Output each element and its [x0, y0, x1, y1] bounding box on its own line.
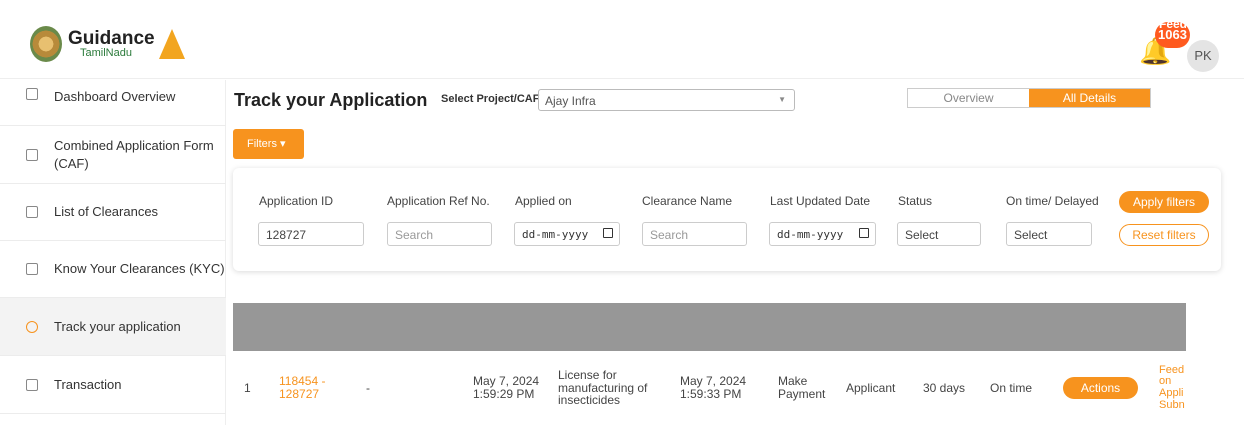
filters-button-label: Filters — [247, 138, 277, 150]
filter-label-ontime: On time/ Delayed — [1006, 194, 1099, 208]
application-id-input[interactable]: 128727 — [258, 222, 364, 246]
sidebar-item-label: Combined Application Form (CAF) — [54, 137, 214, 171]
tab-all-details[interactable]: All Details — [1029, 89, 1150, 107]
column-header: Application Ref No (from dept.) — [366, 10, 455, 37]
sidebar-item-caf[interactable]: Combined Application Form (CAF) — [0, 126, 226, 184]
logo-subtitle: TamilNadu — [80, 47, 132, 59]
project-select[interactable]: Ajay Infra ▼ — [538, 89, 795, 111]
cell-ref-no: - — [366, 380, 370, 395]
column-header: Clearance Name — [558, 16, 652, 31]
cell-clearance-name: License for manufacturing of insecticide… — [558, 368, 648, 408]
transaction-icon — [26, 378, 38, 391]
sidebar-item-label: Know Your Clearances (KYC) — [54, 261, 225, 277]
apply-filters-button[interactable]: Apply filters — [1119, 191, 1209, 213]
dashboard-icon — [26, 88, 38, 100]
calendar-icon[interactable] — [859, 228, 869, 238]
sidebar-item-label: Track your application — [54, 318, 181, 334]
page-title: Track your Application — [234, 90, 428, 110]
ontime-select[interactable]: Select — [1006, 222, 1092, 246]
column-header: Lying with Officer — [846, 10, 905, 37]
cell-sr-no: 1 — [244, 380, 251, 395]
logo-text: Guidance TamilNadu — [68, 29, 155, 59]
chevron-down-icon: ▼ — [778, 95, 786, 104]
user-avatar[interactable]: PK — [1187, 40, 1219, 72]
filter-panel — [233, 168, 1221, 271]
sidebar-item-dashboard[interactable]: Dashboard Overview — [0, 80, 226, 126]
applied-on-date-input[interactable]: dd-mm-yyyy — [514, 222, 620, 246]
project-select-label: Select Project/CAF — [441, 93, 540, 105]
reset-filters-button[interactable]: Reset filters — [1119, 224, 1209, 246]
column-header: Pending Days — [923, 10, 971, 37]
filter-label-last-updated: Last Updated Date — [770, 194, 871, 208]
column-header: Applied on — [473, 16, 535, 31]
last-updated-date-value: dd-mm-yyyy — [777, 228, 844, 241]
sidebar-item-label: List of Clearances — [54, 204, 159, 220]
column-header: On time/ Delayed — [990, 10, 1039, 37]
cell-ontime: On time — [990, 380, 1033, 395]
filter-label-status: Status — [898, 194, 933, 208]
project-select-value: Ajay Infra — [545, 94, 596, 108]
actions-button[interactable]: Actions — [1063, 377, 1138, 399]
table-header — [233, 303, 1186, 351]
book-icon — [26, 263, 38, 275]
cell-applied-on: May 7, 2024 1:59:29 PM — [473, 374, 540, 401]
logo-flag-icon — [158, 29, 185, 59]
filter-label-applied-on: Applied on — [515, 194, 572, 208]
sidebar: Dashboard Overview Combined Application … — [0, 80, 226, 425]
cell-pending-days: 30 days — [923, 380, 966, 395]
clearance-name-search-input[interactable]: Search — [642, 222, 747, 246]
cell-application-id-link[interactable]: 118454 - 128727 — [279, 351, 339, 425]
calendar-icon[interactable] — [603, 228, 613, 238]
sidebar-item-transaction[interactable]: Transaction — [0, 356, 226, 414]
location-pin-icon — [26, 320, 38, 333]
filters-button[interactable]: Filters ▾ — [233, 129, 304, 159]
sidebar-item-clearances[interactable]: List of Clearances — [0, 184, 226, 241]
list-icon — [26, 206, 38, 218]
applied-on-date-value: dd-mm-yyyy — [522, 228, 589, 241]
column-header: Action — [1063, 16, 1101, 31]
tab-overview[interactable]: Overview — [908, 89, 1029, 107]
cell-last-updated: May 7, 2024 1:59:33 PM — [680, 374, 747, 401]
document-icon — [26, 148, 38, 161]
sidebar-item-label: Transaction — [54, 376, 122, 392]
last-updated-date-input[interactable]: dd-mm-yyyy — [769, 222, 876, 246]
logo-title: Guidance — [68, 28, 155, 49]
cell-lying-with: Applicant — [846, 380, 896, 395]
column-header: Sr No — [244, 10, 260, 37]
column-header: Status — [778, 16, 815, 31]
filter-label-clearance-name: Clearance Name — [642, 194, 733, 208]
sidebar-item-track[interactable]: Track your application — [0, 298, 226, 356]
column-header: Last Updated Date — [680, 10, 757, 37]
filter-label-ref-no: Application Ref No. — [387, 194, 490, 208]
ref-no-search-input[interactable]: Search — [387, 222, 492, 246]
view-tabs: Overview All Details — [907, 88, 1151, 108]
logo[interactable]: Guidance TamilNadu — [30, 26, 185, 62]
cell-status: Make Payment — [778, 374, 826, 401]
sidebar-item-kyc[interactable]: Know Your Clearances (KYC) — [0, 241, 226, 298]
column-header: Feed — [1159, 16, 1186, 31]
status-select[interactable]: Select — [897, 222, 981, 246]
sidebar-item-label: Dashboard Overview — [54, 89, 176, 104]
column-header: Application Id — [279, 10, 345, 37]
filter-label-application-id: Application ID — [259, 194, 334, 208]
app-root: Guidance TamilNadu 🔔 1063 PK Dashboard O… — [0, 0, 1244, 425]
cell-feedback-link[interactable]: Feed on Appli Subn — [1159, 351, 1186, 425]
tamilnadu-emblem-icon — [30, 26, 62, 62]
